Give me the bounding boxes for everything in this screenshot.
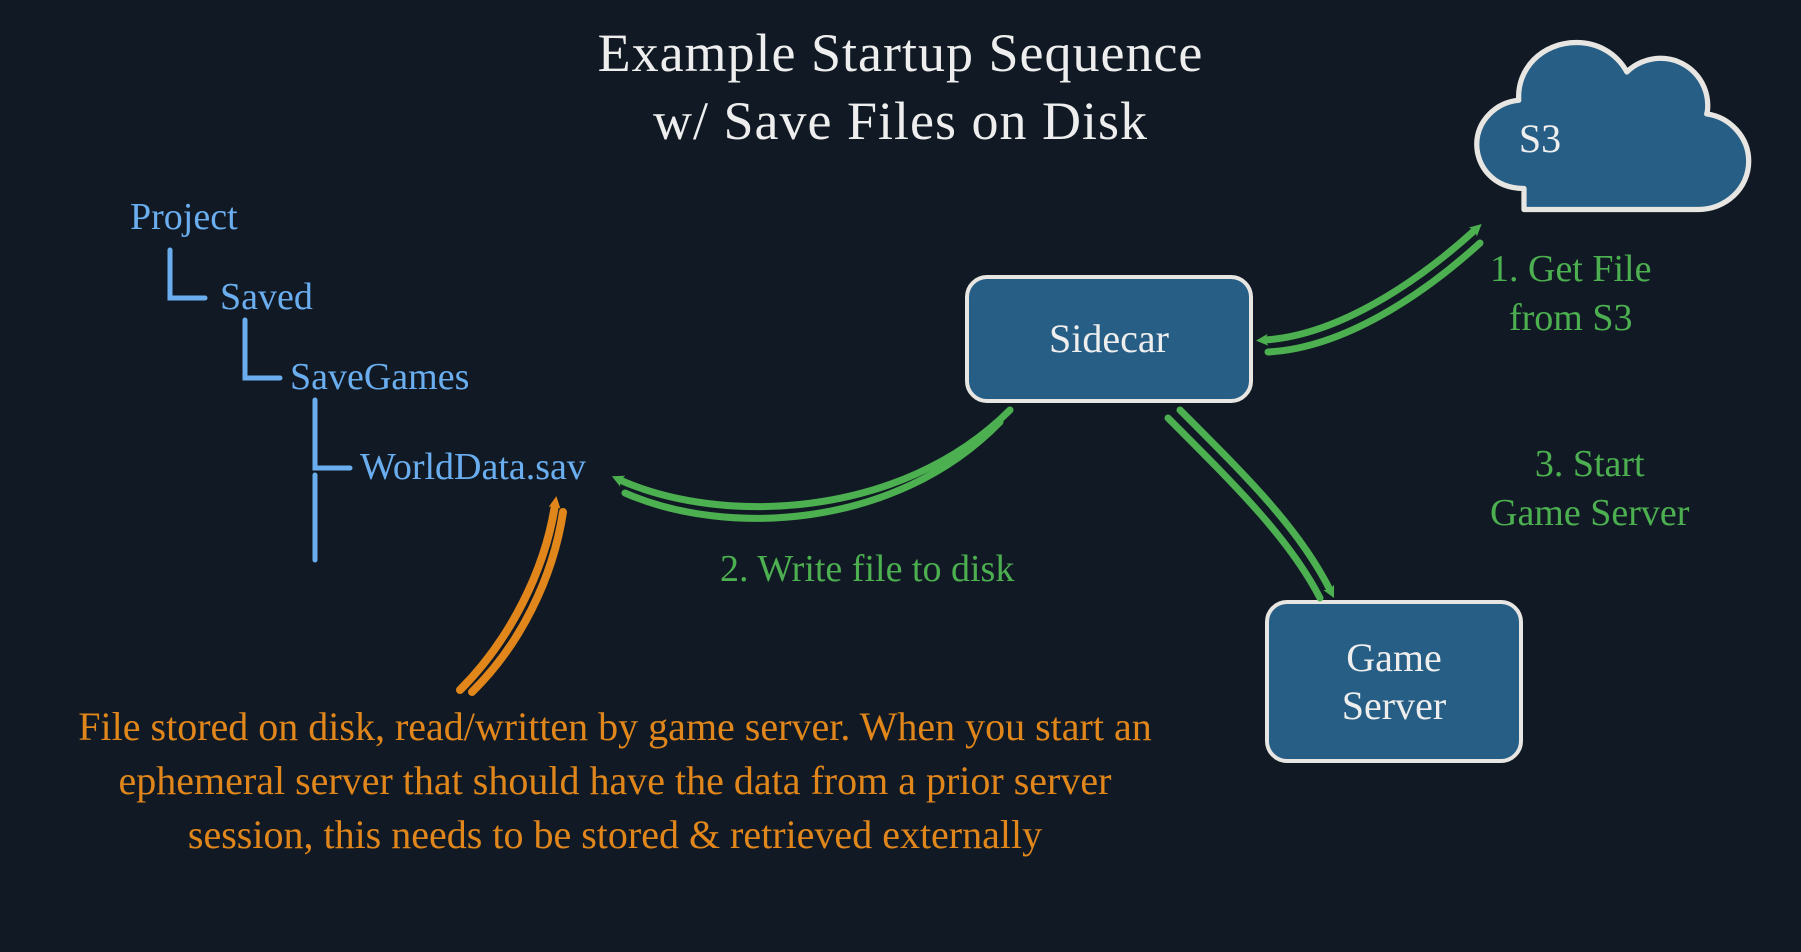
annotation-text: File stored on disk, read/written by gam… <box>55 700 1175 862</box>
diagram-title: Example Startup Sequence w/ Save Files o… <box>598 20 1204 155</box>
arrow-annotation <box>460 505 563 692</box>
arrow-step1 <box>1265 230 1480 352</box>
step-2-label: 2. Write file to disk <box>720 545 1014 594</box>
tree-level1: Saved <box>220 275 313 319</box>
node-gameserver: Game Server <box>1265 600 1523 763</box>
node-sidecar: Sidecar <box>965 275 1253 403</box>
s3-cloud-icon: S3 <box>1477 43 1749 210</box>
arrow-step2 <box>620 410 1010 518</box>
step-3-label: 3. Start Game Server <box>1490 440 1689 539</box>
tree-level2: SaveGames <box>290 355 469 399</box>
arrow-step3 <box>1168 410 1330 598</box>
tree-root: Project <box>130 195 238 239</box>
diagram-stage: Example Startup Sequence w/ Save Files o… <box>0 0 1801 952</box>
s3-cloud-label: S3 <box>1519 116 1561 161</box>
step-1-label: 1. Get File from S3 <box>1490 245 1651 344</box>
tree-level3: WorldData.sav <box>360 445 586 489</box>
